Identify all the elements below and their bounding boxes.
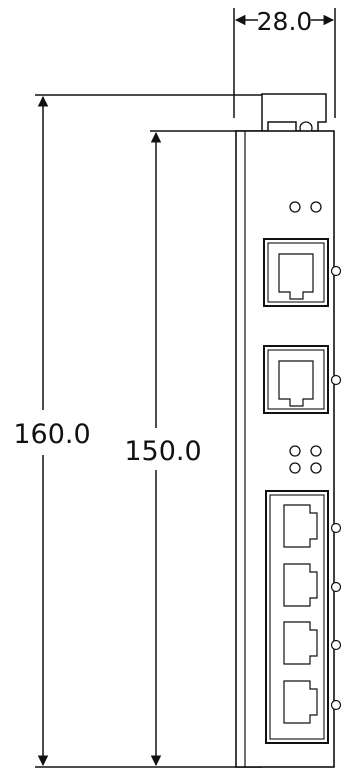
din-rail-clip (261, 93, 327, 135)
port-jack-socket (278, 360, 314, 407)
status-led (289, 462, 301, 474)
width-label: 28.0 (257, 7, 313, 36)
port-led (330, 265, 342, 277)
body-height-label: 150.0 (124, 436, 201, 467)
technical-drawing: 28.0 160.0 150.0 (13, 7, 342, 768)
port-led (330, 374, 342, 386)
port-led (330, 699, 342, 711)
total-height-dimension: 160.0 (13, 94, 262, 768)
port-led (330, 581, 342, 593)
port-led (330, 639, 342, 651)
status-led (310, 445, 322, 457)
status-led (310, 462, 322, 474)
port-jack-socket (278, 253, 314, 300)
status-led (310, 201, 322, 213)
clip-body (261, 93, 327, 132)
port-led (330, 522, 342, 534)
status-led (289, 201, 301, 213)
status-led (289, 445, 301, 457)
total-height-label: 160.0 (13, 419, 90, 450)
